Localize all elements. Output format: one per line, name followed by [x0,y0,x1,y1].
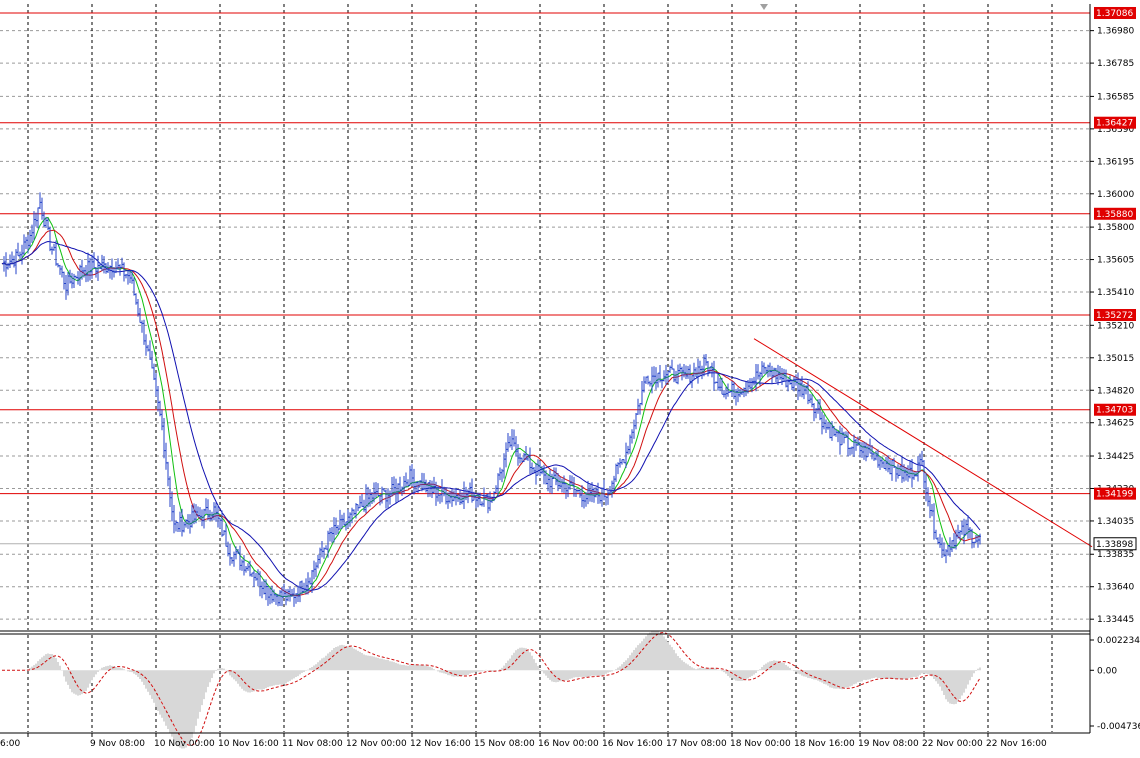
level-label: 1.34703 [1096,406,1133,416]
osc-tick-label: 0.002234 [1097,636,1140,646]
time-tick-label: 9 Nov 08:00 [90,739,145,749]
price-tick-label: 1.34820 [1097,386,1134,396]
time-tick-label: 18 Nov 16:00 [794,739,855,749]
price-tick-label: 1.34625 [1097,419,1134,429]
price-tick-label: 1.36000 [1097,190,1134,200]
level-label: 1.36427 [1096,119,1133,129]
price-tick-label: 1.33640 [1097,583,1134,593]
osc-tick-label: 0.00 [1097,666,1117,676]
time-tick-label: 22 Nov 00:00 [922,739,983,749]
level-label: 1.35880 [1096,210,1133,220]
price-tick-label: 1.36585 [1097,92,1134,102]
time-tick-label: 19 Nov 08:00 [858,739,919,749]
time-tick-label: 15 Nov 08:00 [474,739,535,749]
price-tick-label: 1.33835 [1097,550,1134,560]
price-tick-label: 1.35605 [1097,256,1134,266]
price-tick-label: 1.36195 [1097,157,1134,167]
time-tick-label: 10 Nov 00:00 [154,739,215,749]
time-tick-label: 17 Nov 08:00 [666,739,727,749]
time-tick-label: 11 Nov 08:00 [282,739,343,749]
current-price-label: 1.33898 [1096,540,1133,550]
price-chart[interactable]: 1.369801.367851.365851.363901.361951.360… [0,0,1140,754]
price-tick-label: 1.35210 [1097,321,1134,331]
time-tick-label: 12 Nov 00:00 [346,739,407,749]
chart-background [0,0,1140,754]
level-label: 1.34199 [1096,490,1133,500]
price-tick-label: 1.34425 [1097,452,1134,462]
price-tick-label: 1.33445 [1097,615,1134,625]
time-tick-label: 12 Nov 16:00 [410,739,471,749]
osc-tick-label: -0.004736 [1097,722,1140,732]
price-tick-label: 1.35410 [1097,288,1134,298]
price-tick-label: 1.35015 [1097,354,1134,364]
price-tick-label: 1.35800 [1097,223,1134,233]
time-tick-label: 16 Nov 00:00 [538,739,599,749]
price-tick-label: 1.36785 [1097,59,1134,69]
price-tick-label: 1.36980 [1097,27,1134,37]
time-tick-label: 16 Nov 16:00 [602,739,663,749]
level-label: 1.37086 [1096,9,1133,19]
price-tick-label: 1.34035 [1097,517,1134,527]
time-tick-label: 6:00 [0,739,20,749]
time-tick-label: 22 Nov 16:00 [986,739,1047,749]
chart-window[interactable]: 1.36980 1.36785 1.36585 1.36390 1.36195 1.360… [0,0,1140,754]
time-tick-label: 10 Nov 16:00 [218,739,279,749]
level-label: 1.35272 [1096,311,1133,321]
time-tick-label: 18 Nov 00:00 [730,739,791,749]
